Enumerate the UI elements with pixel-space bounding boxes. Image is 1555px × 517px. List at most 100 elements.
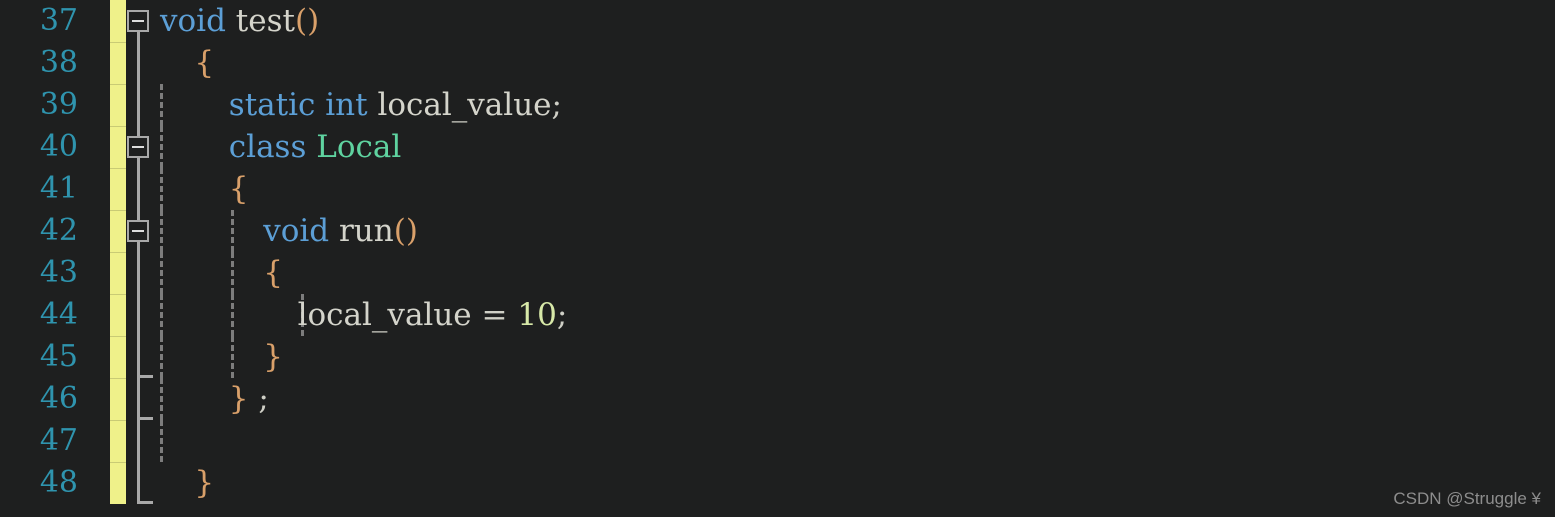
line-number[interactable]: 37	[0, 0, 78, 42]
change-indicator-bar[interactable]	[110, 210, 126, 252]
indent-guide	[160, 294, 163, 336]
code-line-text[interactable]: class Local	[229, 126, 401, 168]
line-number[interactable]: 47	[0, 420, 78, 462]
code-line-row[interactable]: 42 void run()	[0, 210, 1555, 252]
code-line-row[interactable]: 44 local_value = 10;	[0, 294, 1555, 336]
indent-guide	[230, 336, 234, 378]
code-line-text[interactable]: }	[263, 336, 283, 378]
fold-gutter-cell[interactable]	[126, 252, 162, 294]
indent-guide	[160, 210, 163, 252]
line-number[interactable]: 46	[0, 378, 78, 420]
fold-collapse-icon[interactable]	[127, 10, 149, 32]
change-indicator-bar[interactable]	[110, 168, 126, 210]
code-line-row[interactable]: 43 {	[0, 252, 1555, 294]
code-token: ;	[556, 297, 568, 333]
line-number[interactable]: 44	[0, 294, 78, 336]
indent-guide	[160, 252, 163, 294]
line-number[interactable]: 42	[0, 210, 78, 252]
change-indicator-bar[interactable]	[110, 378, 126, 420]
code-line-text[interactable]: {	[194, 42, 214, 84]
fold-connector-line	[137, 462, 140, 483]
change-indicator-bar[interactable]	[110, 84, 126, 126]
fold-gutter-cell[interactable]	[126, 462, 162, 504]
line-number[interactable]: 39	[0, 84, 78, 126]
change-indicator-bar[interactable]	[110, 252, 126, 294]
change-indicator-bar[interactable]	[110, 294, 126, 336]
code-line-text[interactable]: } ;	[229, 378, 269, 420]
fold-connector-line	[137, 399, 140, 420]
code-line-row[interactable]: 47	[0, 420, 1555, 462]
line-number[interactable]: 38	[0, 42, 78, 84]
code-token: ;	[551, 87, 562, 123]
line-number[interactable]: 40	[0, 126, 78, 168]
fold-connector-line	[137, 420, 140, 462]
indent-guide	[160, 378, 163, 420]
fold-gutter-cell[interactable]	[126, 336, 162, 378]
code-token: class	[228, 129, 307, 165]
fold-gutter-cell[interactable]	[126, 210, 162, 252]
fold-connector-line	[137, 357, 140, 378]
fold-connector-line	[137, 294, 140, 336]
fold-gutter-cell[interactable]	[126, 84, 162, 126]
code-token: {	[228, 171, 249, 207]
change-indicator-bar[interactable]	[110, 420, 126, 462]
fold-collapse-icon[interactable]	[127, 220, 149, 242]
code-line-text[interactable]: }	[194, 462, 214, 504]
code-token: local_value	[377, 87, 552, 123]
code-token: local_value	[297, 297, 472, 333]
code-line-row[interactable]: 39 static int local_value;	[0, 84, 1555, 126]
fold-gutter-cell[interactable]	[126, 378, 162, 420]
code-line-row[interactable]: 38 {	[0, 42, 1555, 84]
code-line-text[interactable]: void test()	[160, 0, 319, 42]
code-line-row[interactable]: 46 } ;	[0, 378, 1555, 420]
code-token: {	[194, 45, 215, 81]
fold-region-end-icon[interactable]	[137, 483, 153, 504]
change-indicator-bar[interactable]	[110, 462, 126, 504]
fold-gutter-cell[interactable]	[126, 168, 162, 210]
code-token: ()	[393, 213, 418, 249]
fold-gutter-cell[interactable]	[126, 420, 162, 462]
fold-gutter-cell[interactable]	[126, 42, 162, 84]
code-line-text[interactable]: static int local_value;	[229, 84, 562, 126]
csdn-watermark: CSDN @Struggle ¥	[1393, 489, 1541, 508]
line-number[interactable]: 45	[0, 336, 78, 378]
line-number[interactable]: 48	[0, 462, 78, 504]
fold-collapse-icon[interactable]	[127, 136, 149, 158]
code-line-row[interactable]: 48}	[0, 462, 1555, 504]
code-line-row[interactable]: 37 void test()	[0, 0, 1555, 42]
code-token: =	[481, 297, 508, 333]
fold-gutter-cell[interactable]	[126, 294, 162, 336]
code-line-text[interactable]: {	[263, 252, 283, 294]
code-line-text[interactable]: void run()	[263, 210, 418, 252]
code-token: 10	[517, 297, 557, 333]
indent-guide	[230, 294, 234, 336]
change-indicator-bar[interactable]	[110, 336, 126, 378]
code-token: }	[228, 381, 249, 417]
code-line-row[interactable]: 40 class Local	[0, 126, 1555, 168]
fold-gutter-cell[interactable]	[126, 126, 162, 168]
line-number[interactable]: 43	[0, 252, 78, 294]
code-line-row[interactable]: 41 {	[0, 168, 1555, 210]
code-line-text[interactable]: local_value = 10;	[298, 294, 568, 336]
fold-gutter-cell[interactable]	[126, 0, 162, 42]
indent-guide	[160, 168, 163, 210]
change-indicator-bar[interactable]	[110, 126, 126, 168]
indent-guide	[160, 420, 163, 462]
line-number[interactable]: 41	[0, 168, 78, 210]
change-indicator-bar[interactable]	[110, 0, 126, 42]
code-line-text[interactable]: {	[229, 168, 249, 210]
indent-guide	[160, 126, 163, 168]
code-token: ()	[294, 3, 320, 39]
code-token: static	[228, 87, 316, 123]
change-indicator-bar[interactable]	[110, 42, 126, 84]
code-editor-viewport[interactable]: 37 void test() 38 {39 static int local_value…	[0, 0, 1555, 517]
code-line-row[interactable]: 45}	[0, 336, 1555, 378]
code-token: test	[235, 3, 295, 39]
indent-guide	[160, 336, 163, 378]
